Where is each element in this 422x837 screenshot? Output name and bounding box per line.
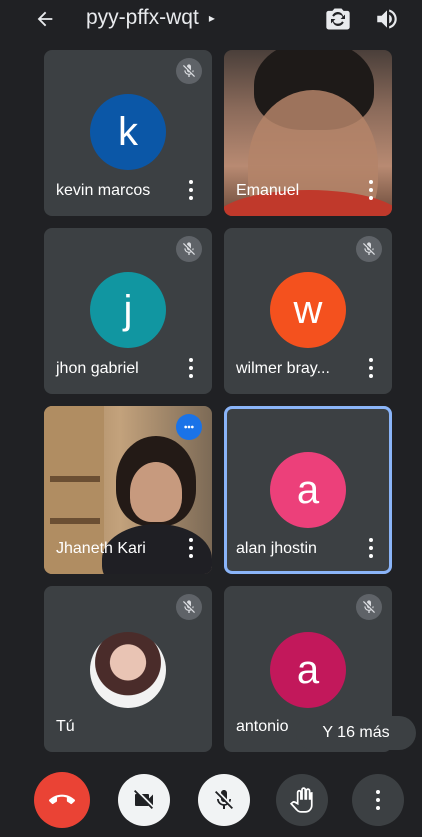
profile-photo (90, 632, 166, 708)
participant-tile[interactable]: j jhon gabriel (44, 228, 212, 394)
more-options-button[interactable] (352, 774, 404, 826)
mic-off-icon (176, 236, 202, 262)
mic-off-icon (356, 236, 382, 262)
speaker-icon[interactable] (374, 6, 400, 32)
participant-name: jhon gabriel (56, 360, 139, 377)
avatar-initial: w (293, 287, 323, 332)
avatar: k (90, 94, 166, 170)
participant-tile[interactable]: k kevin marcos (44, 50, 212, 216)
more-options-icon[interactable] (188, 358, 194, 378)
microphone-toggle-button[interactable] (198, 774, 250, 826)
avatar: j (90, 272, 166, 348)
avatar-initial: a (296, 647, 320, 692)
hand-icon (289, 787, 313, 813)
more-options-icon[interactable] (368, 538, 374, 558)
avatar: a (270, 452, 346, 528)
more-options-icon[interactable] (188, 180, 194, 200)
participant-name: kevin marcos (56, 182, 151, 199)
participant-name: alan jhostin (236, 540, 317, 557)
participant-name: wilmer bray... (236, 360, 330, 377)
mic-off-icon (356, 594, 382, 620)
more-vert-icon (375, 790, 381, 810)
top-bar: pyy-pffx-wqt ▸ (0, 0, 422, 44)
participant-tile[interactable]: Tú (44, 586, 212, 752)
participant-tile[interactable]: w wilmer bray... (224, 228, 392, 394)
caret-right-icon: ▸ (208, 11, 215, 25)
avatar: w (270, 272, 346, 348)
video-feed (50, 476, 100, 482)
participant-name: Tú (56, 718, 75, 735)
mic-off-icon (176, 58, 202, 84)
participant-name: antonio (236, 718, 289, 735)
mic-off-icon (176, 594, 202, 620)
avatar-initial: k (118, 109, 138, 154)
more-options-icon[interactable] (368, 180, 374, 200)
more-options-icon[interactable] (368, 358, 374, 378)
participant-name: Jhaneth Kari (56, 540, 146, 557)
camera-toggle-button[interactable] (118, 774, 170, 826)
back-arrow-icon[interactable] (30, 4, 60, 34)
participant-tile[interactable]: Emanuel (224, 50, 392, 216)
avatar-initial: j (123, 287, 133, 332)
camera-off-icon (134, 790, 153, 809)
participant-name: Emanuel (236, 182, 300, 199)
switch-camera-icon[interactable] (324, 5, 352, 33)
avatar-initial: a (296, 467, 320, 512)
raise-hand-button[interactable] (276, 774, 328, 826)
more-participants-chip[interactable]: Y 16 más (296, 716, 416, 750)
video-feed (130, 462, 182, 522)
mic-off-icon (215, 790, 233, 809)
hang-up-icon (49, 794, 75, 805)
meeting-title[interactable]: pyy-pffx-wqt ▸ (86, 6, 215, 30)
video-feed (50, 518, 100, 524)
more-options-icon[interactable] (188, 538, 194, 558)
participant-tile[interactable]: Jhaneth Kari (44, 406, 212, 574)
end-call-button[interactable] (34, 772, 90, 828)
meeting-code: pyy-pffx-wqt (86, 6, 199, 29)
participant-tile[interactable]: a alan jhostin (224, 406, 392, 574)
avatar: a (270, 632, 346, 708)
speaking-indicator-icon (176, 414, 202, 440)
